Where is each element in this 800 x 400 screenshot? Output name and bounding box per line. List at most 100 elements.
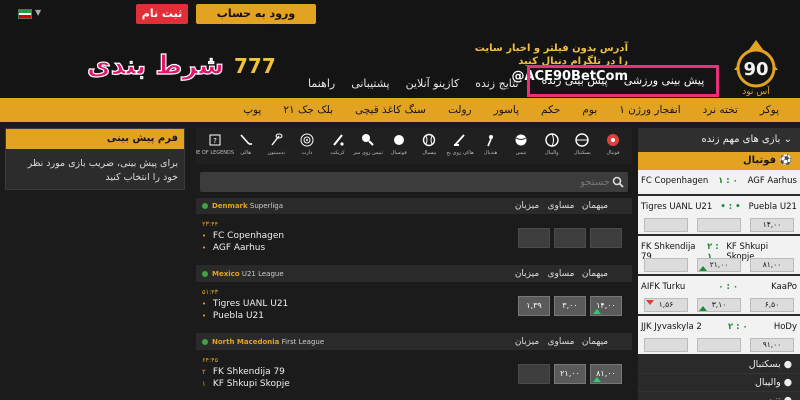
live-match-row[interactable]: FC Copenhagen ۱ : ۰ AGF Aarhus bbox=[638, 170, 800, 196]
live-team-left: AIFK Turku bbox=[641, 282, 686, 292]
odds-column-header: مساوی bbox=[547, 201, 575, 211]
cricket-icon bbox=[332, 134, 344, 146]
league-name: U21 League bbox=[239, 270, 284, 278]
basketball-icon bbox=[575, 133, 590, 147]
live-odds-button[interactable]: ۱۴,۰۰ bbox=[750, 218, 794, 232]
live-odds-button[interactable]: ۹۱,۰۰ bbox=[750, 338, 794, 352]
live-team-right: HoDy bbox=[773, 322, 797, 332]
team-name: • Tigres UANL U21 bbox=[202, 299, 288, 309]
sport-tab-table-tennis[interactable]: تنیس روی میز bbox=[353, 128, 383, 164]
live-match-row[interactable]: FK Shkendija 79 ۲ : ۱ KF Shkupi Skopje ۲۱,۰… bbox=[638, 236, 800, 276]
odds-button[interactable] bbox=[590, 228, 622, 248]
live-score: ۰ : ۰ bbox=[718, 282, 739, 292]
match-row: North Macedonia First League میهمان مساوی م… bbox=[196, 334, 632, 400]
category-backgammon[interactable]: تخته نرد bbox=[692, 98, 749, 122]
login-button[interactable]: ورود به حساب کاربری bbox=[196, 4, 316, 40]
live-odds-button[interactable] bbox=[644, 338, 688, 352]
nav-item-live-betting[interactable]: پیش بینی زنده bbox=[534, 68, 616, 94]
sport-tab-baseball[interactable]: بیسبال bbox=[416, 128, 442, 164]
league-country: North Macedonia bbox=[212, 338, 280, 346]
odds-column-header: مساوی bbox=[547, 337, 575, 347]
category-pasur[interactable]: پاسور bbox=[483, 98, 530, 122]
nav-item-support[interactable]: پشتیبانی bbox=[343, 68, 397, 100]
sport-tab-football[interactable]: فوتبال bbox=[600, 128, 626, 164]
language-flag-icon[interactable] bbox=[18, 9, 32, 19]
nav-item-online-casino[interactable]: کازینو آنلاین bbox=[398, 68, 468, 100]
live-match-row[interactable]: AIFK Turku ۰ : ۰ KaaPo ۱,۵۶ ۳,۱۰ ۶,۵۰ bbox=[638, 276, 800, 316]
live-odds-button[interactable] bbox=[697, 218, 741, 232]
chevron-down-icon[interactable]: ▼ bbox=[35, 8, 41, 17]
badminton-icon bbox=[271, 133, 283, 146]
casino-category-bar: پوکر تخته نرد انفجار ورژن ۱ بوم حکم پاسو… bbox=[0, 98, 800, 122]
signup-button[interactable]: ثبت نام bbox=[136, 4, 188, 24]
live-sport-tennis[interactable]: ● تنیس bbox=[638, 392, 800, 400]
category-boom[interactable]: بوم bbox=[571, 98, 608, 122]
live-odds-button[interactable]: ۸۱,۰۰ bbox=[750, 258, 794, 272]
category-rock-paper-scissors[interactable]: سنگ کاغذ قیچی bbox=[344, 98, 437, 122]
tennis-icon bbox=[515, 134, 527, 146]
category-crash-v1[interactable]: انفجار ورژن ۱ bbox=[608, 98, 691, 122]
live-odds-button[interactable]: ۲۱,۰۰ bbox=[697, 258, 741, 272]
sport-tab-volleyball[interactable]: والیبال bbox=[539, 128, 565, 164]
sport-tab-darts[interactable]: دارت bbox=[294, 128, 320, 164]
sport-tab-esports[interactable]: ? LEAGUE OF LEGENDS bbox=[196, 128, 234, 164]
sport-tab-cricket[interactable]: کریکت bbox=[325, 128, 351, 164]
live-panel-title[interactable]: ⌄ بازی های مهم زنده bbox=[638, 128, 800, 152]
live-odds-group: ۹۱,۰۰ bbox=[644, 338, 794, 352]
category-roulette[interactable]: رولت bbox=[437, 98, 483, 122]
site-header: 777 شرط بندی آدرس بدون فیلتر و اخبار سای… bbox=[0, 30, 800, 98]
sport-tab-ice-hockey[interactable]: هاکی روی یخ bbox=[446, 128, 474, 164]
sport-tab-tennis[interactable]: تنیس bbox=[508, 128, 534, 164]
odds-button[interactable]: ۱۴,۰۰ bbox=[590, 296, 622, 316]
live-sport-volleyball[interactable]: ● والیبال bbox=[638, 374, 800, 392]
sport-tab-badminton[interactable]: بدمینتون bbox=[263, 128, 289, 164]
team-score: ۲ bbox=[202, 368, 206, 376]
category-poker[interactable]: پوکر bbox=[749, 98, 790, 122]
svg-text:?: ? bbox=[213, 137, 217, 145]
odds-button[interactable]: ۳,۰۰ bbox=[554, 296, 586, 316]
promo-line-1: آدرس بدون فیلتر و اخبار سایت bbox=[474, 43, 628, 54]
nav-item-live-results[interactable]: نتایج زنده bbox=[467, 68, 526, 100]
football-icon: ⚽ bbox=[776, 155, 792, 166]
category-blackjack[interactable]: بلک جک ۲۱ bbox=[272, 98, 344, 122]
sport-tab-label: LEAGUE OF LEGENDS bbox=[196, 150, 235, 156]
brand-logo[interactable]: 90 آس نود bbox=[726, 38, 786, 96]
live-team-right: AGF Aarhus bbox=[747, 176, 797, 186]
search-icon[interactable] bbox=[612, 176, 624, 188]
team-name: • FC Copenhagen bbox=[202, 231, 284, 241]
sport-tab-handball[interactable]: هندبال bbox=[478, 128, 504, 164]
sport-tab-futsal[interactable]: فوتسال bbox=[386, 128, 412, 164]
category-pop[interactable]: پوپ bbox=[232, 98, 272, 122]
live-sport-football[interactable]: ⚽ فوتبال bbox=[638, 152, 800, 170]
live-match-row[interactable]: Tigres UANL U21 • : • Puebla U21 ۱۴,۰۰ bbox=[638, 196, 800, 236]
site-logo[interactable]: 777 شرط بندی bbox=[84, 46, 294, 82]
odds-button[interactable]: ۸۱,۰۰ bbox=[590, 364, 622, 384]
category-hokm[interactable]: حکم bbox=[530, 98, 571, 122]
sport-tab-basketball[interactable]: بسکتبال bbox=[569, 128, 595, 164]
live-match-row[interactable]: JJK Jyvaskyla 2 ۲ : ۰ HoDy ۹۱,۰۰ bbox=[638, 316, 800, 356]
odds-button[interactable]: ۱,۳۹ bbox=[518, 296, 550, 316]
odds-column-headers: میهمان مساوی میزبان bbox=[510, 336, 612, 348]
live-odds-button[interactable]: ۶,۵۰ bbox=[750, 298, 794, 312]
live-odds-button[interactable]: ۳,۱۰ bbox=[697, 298, 741, 312]
table-tennis-icon bbox=[362, 134, 374, 146]
live-odds-button[interactable] bbox=[644, 258, 688, 272]
odds-button[interactable]: ۲۱,۰۰ bbox=[554, 364, 586, 384]
nav-item-sports-betting[interactable]: پیش بینی ورزشی bbox=[616, 68, 713, 94]
odds-button[interactable] bbox=[554, 228, 586, 248]
live-odds-button[interactable]: ۱,۵۶ bbox=[644, 298, 688, 312]
odds-button[interactable] bbox=[518, 228, 550, 248]
live-sport-basketball[interactable]: ● بسکتبال bbox=[638, 356, 800, 374]
search-input[interactable] bbox=[210, 172, 610, 192]
nav-item-help[interactable]: راهنما bbox=[300, 68, 343, 100]
odds-button[interactable] bbox=[518, 364, 550, 384]
sport-tab-field-hockey[interactable]: هاکی bbox=[233, 128, 259, 164]
esports-icon: ? bbox=[209, 134, 221, 146]
league-country: Denmark bbox=[212, 202, 248, 210]
match-list: Denmark Superliga میهمان مساوی میزبان ۲۳:۴۴ •… bbox=[196, 198, 632, 400]
league-name: Superliga bbox=[247, 202, 284, 210]
odds-column-header: میهمان bbox=[581, 201, 609, 211]
live-odds-button[interactable] bbox=[697, 338, 741, 352]
team-label: FC Copenhagen bbox=[210, 231, 285, 241]
live-odds-button[interactable] bbox=[644, 218, 688, 232]
